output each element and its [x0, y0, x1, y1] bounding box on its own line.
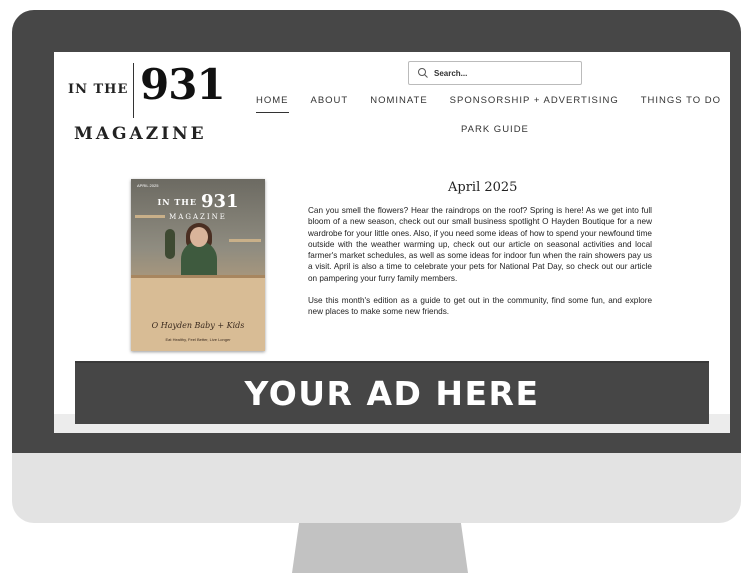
nav-nominate[interactable]: NOMINATE — [370, 95, 427, 113]
website-screen: IN THE 931 MAGAZINE Search... HOME ABOUT… — [54, 52, 730, 433]
nav-about[interactable]: ABOUT — [311, 95, 349, 113]
article-paragraph: Use this month's edition as a guide to g… — [308, 296, 652, 317]
logo-suffix: MAGAZINE — [74, 124, 207, 144]
nav-sponsorship[interactable]: SPONSORSHIP + ADVERTISING — [450, 95, 619, 113]
magazine-cover[interactable]: APRIL 2025 IN THE 931 MAGAZINE O Hayden B… — [131, 179, 265, 351]
nav-park-guide[interactable]: PARK GUIDE — [461, 124, 529, 135]
search-placeholder: Search... — [434, 68, 468, 78]
cover-plant — [165, 229, 175, 259]
cover-title: IN THE 931 — [131, 191, 265, 212]
nav-home[interactable]: HOME — [256, 95, 289, 113]
article-paragraph: Can you smell the flowers? Hear the rain… — [308, 206, 652, 283]
cover-title-suffix: MAGAZINE — [169, 213, 227, 221]
article-body: Can you smell the flowers? Hear the rain… — [308, 205, 652, 329]
monitor-stand — [292, 523, 468, 573]
logo-number: 931 — [140, 60, 226, 109]
nav-things-to-do[interactable]: THINGS TO DO — [641, 95, 721, 113]
search-input[interactable]: Search... — [408, 61, 582, 85]
cover-footer: Eat Healthy, Feel Better, Live Longer — [165, 337, 231, 342]
logo-prefix: IN THE — [68, 82, 129, 97]
cover-issue-tag: APRIL 2025 — [137, 183, 159, 188]
site-logo[interactable]: IN THE 931 MAGAZINE — [68, 58, 228, 148]
cover-shelf — [229, 239, 261, 242]
cover-person-head — [190, 227, 208, 247]
ad-banner-text: YOUR AD HERE — [244, 374, 540, 413]
cover-title-prefix: IN THE — [157, 197, 197, 207]
main-nav: HOME ABOUT NOMINATE SPONSORSHIP + ADVERT… — [256, 95, 730, 113]
search-icon — [418, 68, 428, 78]
logo-divider — [133, 63, 134, 118]
ad-banner[interactable]: YOUR AD HERE — [75, 361, 709, 424]
cover-headline: O Hayden Baby + Kids — [151, 321, 245, 330]
cover-title-number: 931 — [200, 191, 239, 212]
article-title: April 2025 — [448, 180, 518, 195]
monitor-bezel: IN THE 931 MAGAZINE Search... HOME ABOUT… — [12, 10, 741, 453]
cover-counter-edge — [131, 275, 265, 278]
monitor-chin — [12, 453, 741, 523]
